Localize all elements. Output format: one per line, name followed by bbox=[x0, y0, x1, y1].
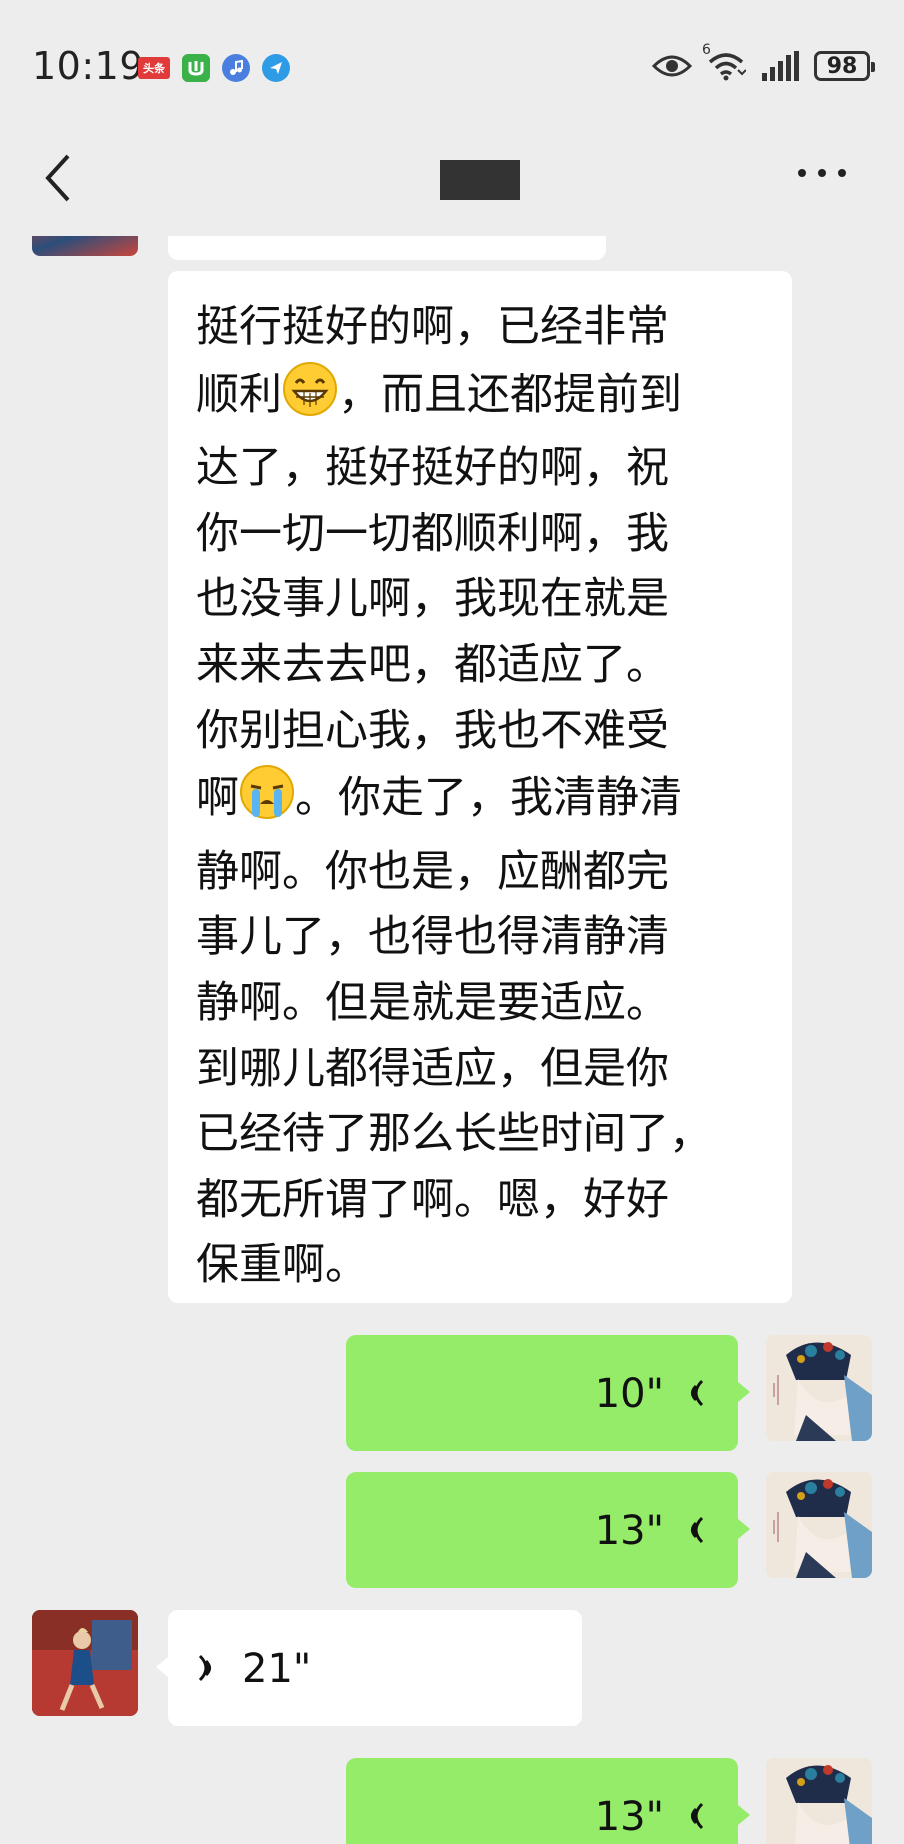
notification-icons: 头条 bbox=[138, 54, 290, 82]
avatar[interactable] bbox=[32, 236, 138, 256]
avatar[interactable] bbox=[32, 1610, 138, 1716]
message-line: 来来去去吧，都适应了。 bbox=[196, 639, 669, 690]
message-line: 达了，挺好挺好的啊，祝 bbox=[196, 443, 669, 494]
message-line: 你一切一切都顺利啊，我 bbox=[196, 508, 669, 559]
toutiao-icon: 头条 bbox=[138, 57, 170, 79]
message-line: 保重啊。 bbox=[196, 1240, 368, 1291]
message-line-part: 顺利 bbox=[196, 369, 282, 420]
chat-title-redacted bbox=[440, 160, 520, 200]
bubble-tail bbox=[738, 1382, 750, 1402]
wifi-icon: 6 bbox=[702, 42, 747, 82]
bubble-tail bbox=[156, 1657, 168, 1677]
message-line: 静啊。但是就是要适应。 bbox=[196, 977, 669, 1028]
message-line: 也没事儿啊，我现在就是 bbox=[196, 574, 669, 625]
message-bubble-partial[interactable] bbox=[168, 236, 606, 260]
back-button[interactable] bbox=[36, 148, 86, 208]
bubble-tail bbox=[738, 1519, 750, 1539]
avatar[interactable] bbox=[766, 1335, 872, 1441]
message-line: 啊 。你走了，我清静清 bbox=[196, 764, 820, 840]
status-bar: 10:19 头条 6 98 bbox=[0, 0, 904, 118]
chat-header bbox=[0, 118, 904, 236]
app-green-icon bbox=[182, 54, 210, 82]
eye-icon bbox=[652, 55, 692, 77]
avatar[interactable] bbox=[766, 1758, 872, 1844]
more-dots-icon bbox=[798, 169, 846, 177]
voice-message[interactable]: 21" bbox=[168, 1610, 582, 1726]
voice-message[interactable]: 10" bbox=[346, 1335, 738, 1451]
chat-messages[interactable]: 挺行挺好的啊，已经非常 顺利 ，而且还都提前到 达了，挺好挺好的啊，祝 你一切一切… bbox=[0, 236, 904, 1844]
wifi-badge: 6 bbox=[702, 42, 711, 58]
voice-duration: 21" bbox=[242, 1646, 312, 1692]
voice-duration: 10" bbox=[594, 1371, 664, 1417]
message-line: 你别担心我，我也不难受 bbox=[196, 705, 669, 756]
crying-face-icon bbox=[239, 764, 295, 840]
browser-icon bbox=[262, 54, 290, 82]
chevron-left-icon bbox=[45, 154, 70, 202]
message-line: 静啊。你也是，应酬都完 bbox=[196, 846, 669, 897]
voice-duration: 13" bbox=[594, 1508, 664, 1554]
voice-wave-icon bbox=[691, 1516, 704, 1544]
battery-indicator: 98 bbox=[814, 51, 875, 81]
voice-duration: 13" bbox=[594, 1794, 664, 1840]
music-icon bbox=[222, 54, 250, 82]
voice-message[interactable]: 13" bbox=[346, 1472, 738, 1588]
bubble-tail bbox=[738, 1805, 750, 1825]
voice-wave-icon bbox=[691, 1379, 704, 1407]
message-line: 事儿了，也得也得清静清 bbox=[196, 912, 669, 963]
message-line-part: ，而且还都提前到 bbox=[338, 369, 682, 420]
status-time: 10:19 bbox=[32, 44, 145, 88]
voice-message[interactable]: 13" bbox=[346, 1758, 738, 1844]
message-line: 都无所谓了啊。嗯，好好 bbox=[196, 1174, 669, 1225]
status-indicators: 6 98 bbox=[652, 42, 875, 82]
message-text: 挺行挺好的啊，已经非常 顺利 ，而且还都提前到 达了，挺好挺好的啊，祝 你一切一切… bbox=[168, 271, 848, 1325]
voice-wave-icon bbox=[198, 1654, 211, 1682]
more-button[interactable] bbox=[792, 158, 852, 188]
signal-icon bbox=[762, 51, 799, 81]
avatar[interactable] bbox=[766, 1472, 872, 1578]
message-line: 挺行挺好的啊，已经非常 bbox=[196, 302, 669, 352]
message-line-part: 啊 bbox=[196, 773, 239, 824]
message-line: 到哪儿都得适应，但是你 bbox=[196, 1043, 669, 1094]
message-line-part: 。你走了，我清静清 bbox=[295, 773, 682, 824]
message-line: 顺利 ，而且还都提前到 bbox=[196, 361, 820, 437]
grinning-face-icon bbox=[282, 361, 338, 437]
voice-wave-icon bbox=[691, 1802, 704, 1830]
message-line: 已经待了那么长些时间了， bbox=[196, 1109, 712, 1160]
